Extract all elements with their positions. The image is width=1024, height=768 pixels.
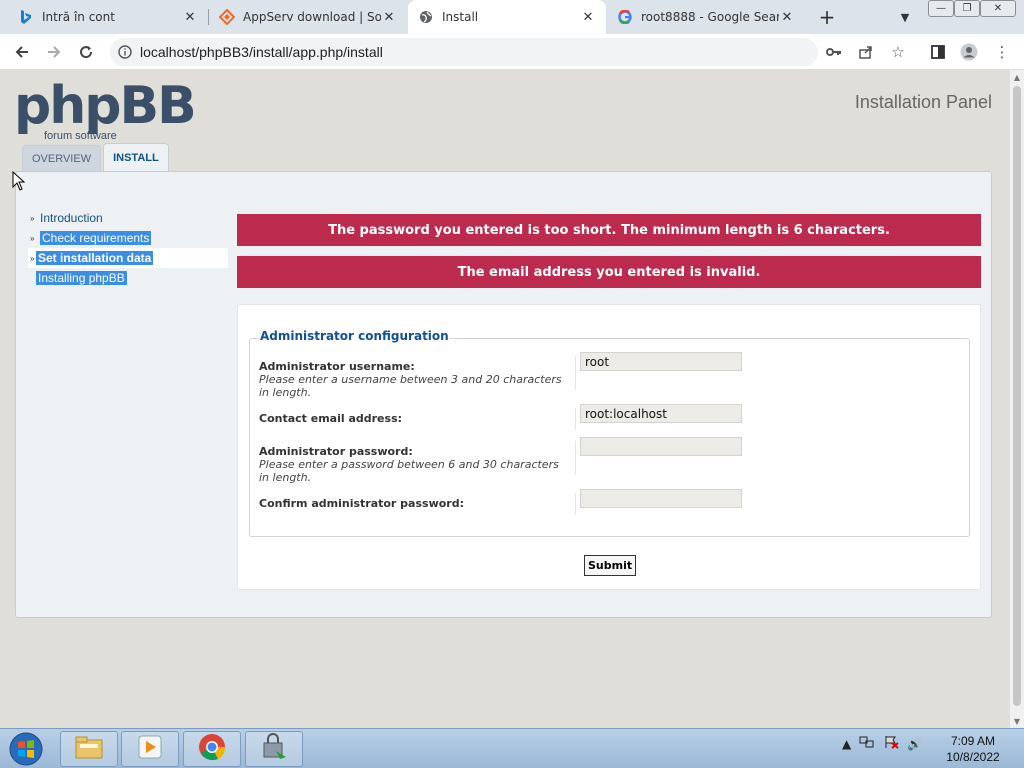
menu-item-installing-phpbb[interactable]: Installing phpBB <box>28 268 228 288</box>
tab-title: AppServ download | Sou <box>243 10 381 24</box>
error-message: The password you entered is too short. T… <box>237 214 981 246</box>
google-icon <box>617 9 633 25</box>
system-tray: ▲ 🔊 <box>842 735 922 752</box>
minimize-button[interactable]: — <box>928 0 954 17</box>
menu-item-label: Set installation data <box>36 251 154 265</box>
url-text: localhost/phpBB3/install/app.php/install <box>140 44 383 60</box>
share-icon[interactable] <box>856 42 876 62</box>
profile-icon[interactable] <box>959 42 979 62</box>
browser-tab-appserv[interactable]: AppServ download | Sou ✕ <box>209 0 407 34</box>
folder-icon <box>74 734 104 764</box>
key-icon[interactable] <box>824 42 844 62</box>
close-icon[interactable]: ✕ <box>779 9 795 25</box>
admin-username-input[interactable]: root <box>580 352 742 371</box>
clock-time: 7:09 AM <box>950 734 996 748</box>
logo-subtext: forum software <box>44 130 117 142</box>
phpbb-logo[interactable]: phpBB forum software <box>14 76 197 142</box>
action-center-icon[interactable] <box>883 735 899 752</box>
field-explain: Please enter a username between 3 and 20… <box>259 373 562 399</box>
sourceforge-icon <box>219 9 235 25</box>
divider <box>575 408 576 430</box>
browser-tab-strip: Intră în cont ✕ AppServ download | Sou ✕… <box>0 0 1024 34</box>
menu-item-set-installation-data[interactable]: » Set installation data <box>28 248 228 268</box>
install-panel: » Introduction » Check requirements » Se… <box>15 171 992 618</box>
forward-button[interactable] <box>42 40 66 64</box>
browser-tab-bing[interactable]: Intră în cont ✕ <box>8 0 208 34</box>
field-contact-email: Contact email address: root:localhost <box>259 404 959 430</box>
panel-title: Installation Panel <box>854 92 992 112</box>
clock-date: 10/8/2022 <box>946 750 1000 764</box>
field-confirm-password: Confirm administrator password: <box>259 489 959 515</box>
install-steps-menu: » Introduction » Check requirements » Se… <box>28 208 228 288</box>
confirm-password-input[interactable] <box>580 489 742 508</box>
browser-tab-google[interactable]: root8888 - Google Search ✕ <box>607 0 805 34</box>
scroll-down-icon[interactable]: ▼ <box>1010 714 1024 728</box>
new-tab-button[interactable]: + <box>816 5 838 29</box>
address-bar[interactable]: localhost/phpBB3/install/app.php/install <box>110 38 818 66</box>
show-hidden-icons-icon[interactable]: ▲ <box>842 737 851 751</box>
start-button[interactable] <box>4 731 48 767</box>
side-panel-icon[interactable] <box>928 42 948 62</box>
field-admin-password: Administrator password: Please enter a p… <box>259 437 959 484</box>
close-icon[interactable]: ✕ <box>580 9 596 25</box>
tab-title: Install <box>442 10 479 24</box>
taskbar-media-player[interactable] <box>121 731 179 767</box>
logo-text: phpBB <box>14 76 197 136</box>
media-player-icon <box>136 734 164 764</box>
mouse-cursor-icon <box>12 170 26 195</box>
error-message: The email address you entered is invalid… <box>237 256 981 288</box>
contact-email-input[interactable]: root:localhost <box>580 404 742 423</box>
tab-install[interactable]: INSTALL <box>103 143 169 171</box>
divider <box>575 356 576 390</box>
bullet-icon: » <box>30 213 35 223</box>
close-icon[interactable]: ✕ <box>381 9 397 25</box>
tab-title: root8888 - Google Search <box>641 10 779 24</box>
chevron-down-icon[interactable]: ▼ <box>896 8 914 26</box>
bullet-icon: » <box>30 233 35 243</box>
chrome-icon <box>197 732 227 766</box>
admin-config-form: Administrator configuration Administrato… <box>237 304 981 590</box>
page-viewport: phpBB forum software Installation Panel … <box>0 70 1024 728</box>
submit-button[interactable]: Submit <box>584 555 637 576</box>
admin-password-input[interactable] <box>580 437 742 456</box>
tab-title: Intră în cont <box>42 10 115 24</box>
menu-item-label: Introduction <box>40 211 103 225</box>
restore-button[interactable]: ❐ <box>954 0 980 17</box>
fieldset-legend: Administrator configuration <box>259 329 450 343</box>
taskbar-explorer[interactable] <box>60 731 118 767</box>
menu-kebab-icon[interactable]: ⋮ <box>992 42 1012 62</box>
menu-item-introduction[interactable]: » Introduction <box>28 208 228 228</box>
tab-overview[interactable]: OVERVIEW <box>22 145 102 171</box>
bookmark-star-icon[interactable]: ☆ <box>888 42 908 62</box>
field-explain: Please enter a password between 6 and 30… <box>259 458 559 484</box>
back-button[interactable] <box>10 40 34 64</box>
install-content: The password you entered is too short. T… <box>237 214 981 590</box>
taskbar-security-app[interactable] <box>245 731 303 767</box>
reload-button[interactable] <box>74 40 98 64</box>
taskbar-chrome[interactable] <box>183 731 241 767</box>
bullet-icon: » <box>30 253 35 263</box>
divider <box>575 441 576 475</box>
menu-item-check-requirements[interactable]: » Check requirements <box>28 228 228 248</box>
field-admin-username: Administrator username: Please enter a u… <box>259 352 959 399</box>
divider <box>575 493 576 515</box>
info-icon[interactable] <box>110 45 140 59</box>
page-scrollbar[interactable]: ▲ ▼ <box>1010 70 1024 728</box>
network-icon[interactable] <box>859 735 875 752</box>
browser-tab-install[interactable]: Install ✕ <box>408 0 606 34</box>
lock-icon <box>260 733 288 765</box>
close-window-button[interactable]: ✕ <box>980 0 1016 17</box>
scrollbar-thumb[interactable] <box>1013 86 1021 706</box>
menu-item-label: Installing phpBB <box>36 271 127 285</box>
globe-icon <box>418 9 434 25</box>
menu-item-label: Check requirements <box>40 231 152 245</box>
panel-tabs: OVERVIEW INSTALL <box>22 143 171 171</box>
windows-taskbar: ▲ 🔊 7:09 AM 10/8/2022 <box>0 728 1024 768</box>
close-icon[interactable]: ✕ <box>182 9 198 25</box>
bing-icon <box>18 9 34 25</box>
volume-icon[interactable]: 🔊 <box>907 737 922 751</box>
scroll-up-icon[interactable]: ▲ <box>1010 70 1024 84</box>
taskbar-clock[interactable]: 7:09 AM 10/8/2022 <box>940 733 1006 765</box>
browser-toolbar: localhost/phpBB3/install/app.php/install… <box>0 34 1024 70</box>
